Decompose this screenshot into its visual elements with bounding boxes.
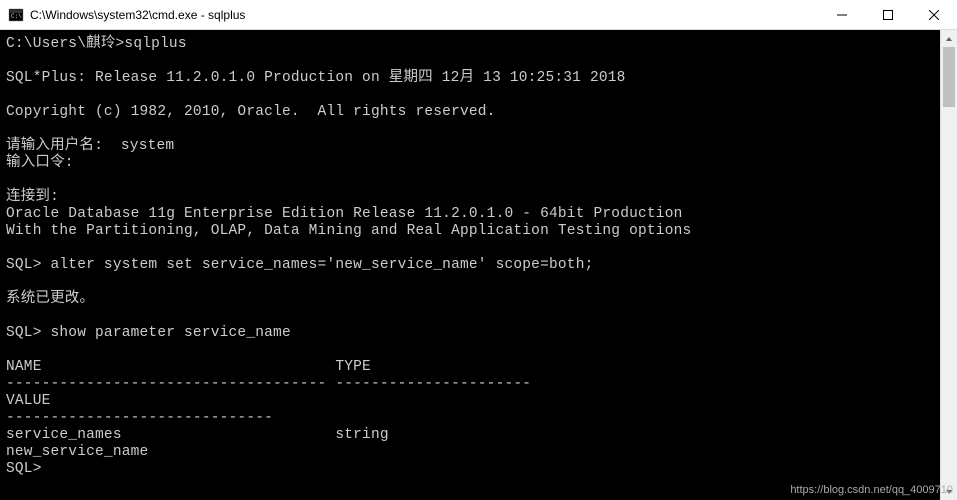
window-controls	[819, 0, 957, 29]
svg-text:C:\: C:\	[11, 13, 22, 20]
maximize-button[interactable]	[865, 0, 911, 30]
vertical-scrollbar[interactable]	[940, 30, 957, 500]
window-title: C:\Windows\system32\cmd.exe - sqlplus	[30, 8, 819, 22]
scroll-up-button[interactable]	[941, 30, 957, 47]
scrollbar-track[interactable]	[941, 47, 957, 483]
watermark: https://blog.csdn.net/qq_4009710	[790, 484, 953, 496]
scrollbar-thumb[interactable]	[943, 47, 955, 107]
close-button[interactable]	[911, 0, 957, 30]
minimize-button[interactable]	[819, 0, 865, 30]
app-icon: C:\	[8, 7, 24, 23]
titlebar: C:\ C:\Windows\system32\cmd.exe - sqlplu…	[0, 0, 957, 30]
terminal-area: C:\Users\麒玲>sqlplus SQL*Plus: Release 11…	[0, 30, 957, 500]
terminal-output[interactable]: C:\Users\麒玲>sqlplus SQL*Plus: Release 11…	[0, 30, 940, 500]
